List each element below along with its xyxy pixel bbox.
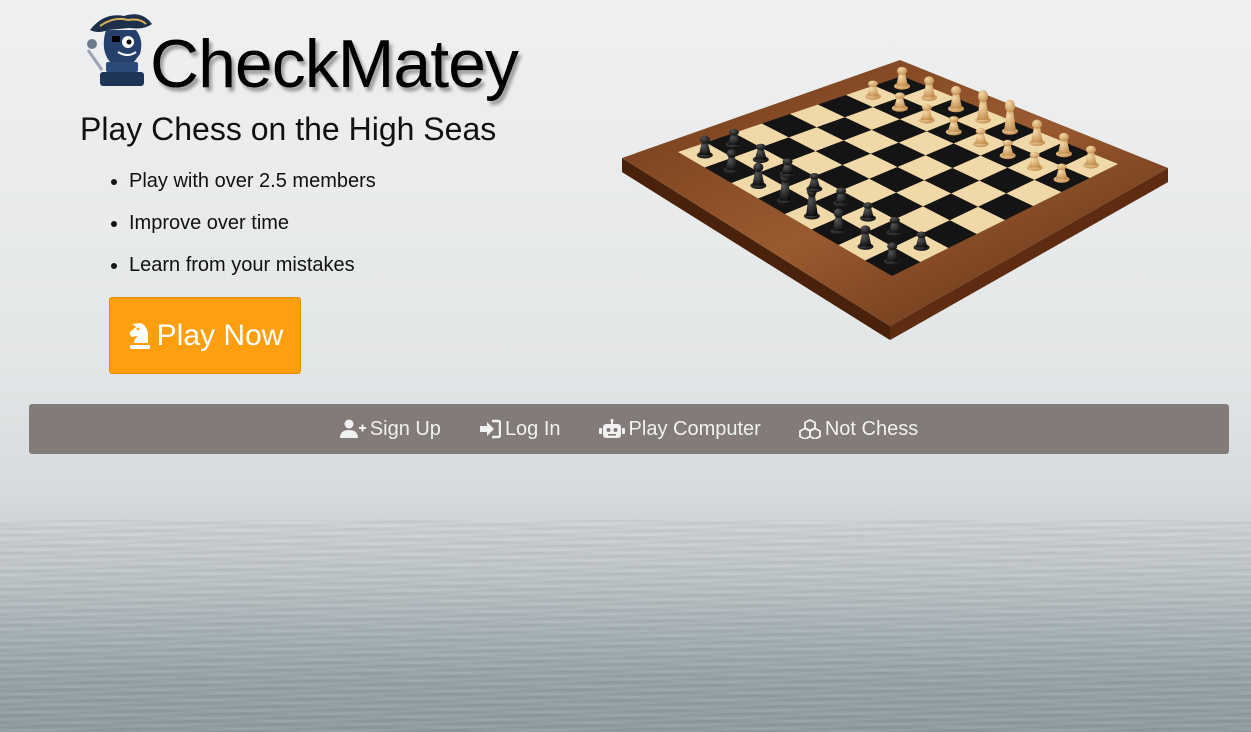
- nav-not-chess[interactable]: Not Chess: [798, 417, 919, 441]
- chess-knight-icon: [127, 321, 151, 351]
- feature-item: Play with over 2.5 members: [129, 166, 376, 208]
- nav-play-computer[interactable]: Play Computer: [598, 417, 761, 441]
- play-now-label: Play Now: [156, 318, 284, 352]
- sign-in-icon: [479, 419, 501, 439]
- feature-item: Learn from your mistakes: [129, 250, 376, 292]
- feature-item: Improve over time: [129, 208, 376, 250]
- nav-log-in[interactable]: Log In: [479, 418, 561, 441]
- chessboard-illustration: [620, 40, 1170, 345]
- robot-icon: [598, 419, 625, 438]
- page-tagline: Play Chess on the High Seas: [80, 111, 497, 147]
- nav-sign-up-label: Sign Up: [369, 417, 441, 440]
- nav-not-chess-label: Not Chess: [824, 417, 919, 440]
- play-now-button[interactable]: Play Now: [109, 297, 301, 374]
- nav-log-in-label: Log In: [504, 417, 561, 440]
- nav-sign-up[interactable]: Sign Up: [339, 417, 441, 441]
- cubes-icon: [798, 419, 821, 439]
- sea-background: [0, 520, 1251, 732]
- brand-logo[interactable]: CheckMatey: [84, 10, 534, 102]
- brand-name: CheckMatey: [150, 26, 519, 102]
- pirate-knight-mascot-icon: [86, 14, 152, 86]
- chessboard-image: [622, 60, 1168, 340]
- main-nav-bar: Sign Up Log In Play Computer Not Chess: [29, 404, 1229, 454]
- feature-list: Play with over 2.5 members Improve over …: [110, 166, 376, 292]
- nav-play-computer-label: Play Computer: [628, 417, 761, 440]
- user-plus-icon: [339, 419, 366, 438]
